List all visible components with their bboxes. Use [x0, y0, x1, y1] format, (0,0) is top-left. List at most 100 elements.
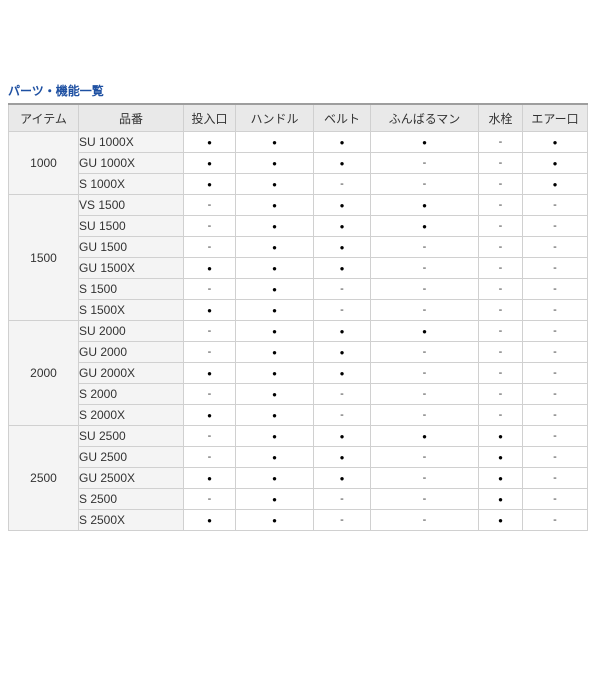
feature-absent-dash: - [479, 300, 523, 321]
feature-present-dot: ● [314, 321, 371, 342]
page-title: パーツ・機能一覧 [8, 84, 600, 98]
feature-absent-dash: - [371, 342, 479, 363]
feature-absent-dash: - [523, 279, 588, 300]
feature-present-dot: ● [236, 216, 314, 237]
table-header: アイテム品番投入口ハンドルベルトふんばるマン水栓エアー口 [9, 104, 588, 132]
model-number-cell: SU 1000X [79, 132, 184, 153]
feature-present-dot: ● [236, 447, 314, 468]
feature-present-dot: ● [236, 237, 314, 258]
feature-absent-dash: - [371, 447, 479, 468]
column-header: アイテム [9, 104, 79, 132]
feature-absent-dash: - [523, 300, 588, 321]
model-number-cell: S 1000X [79, 174, 184, 195]
feature-absent-dash: - [314, 405, 371, 426]
model-number-cell: GU 1000X [79, 153, 184, 174]
model-number-cell: S 2000 [79, 384, 184, 405]
item-group-cell: 1000 [9, 132, 79, 195]
feature-present-dot: ● [479, 510, 523, 531]
feature-absent-dash: - [479, 132, 523, 153]
feature-absent-dash: - [479, 342, 523, 363]
feature-present-dot: ● [314, 153, 371, 174]
model-number-cell: GU 2000X [79, 363, 184, 384]
feature-absent-dash: - [479, 405, 523, 426]
model-number-cell: S 1500 [79, 279, 184, 300]
feature-present-dot: ● [236, 426, 314, 447]
feature-present-dot: ● [184, 405, 236, 426]
column-header: ハンドル [236, 104, 314, 132]
parts-function-table: アイテム品番投入口ハンドルベルトふんばるマン水栓エアー口 1000SU 1000… [8, 103, 588, 531]
feature-absent-dash: - [479, 384, 523, 405]
table-row: S 2000-●---- [9, 384, 588, 405]
model-number-cell: S 2000X [79, 405, 184, 426]
feature-absent-dash: - [523, 468, 588, 489]
feature-present-dot: ● [314, 132, 371, 153]
feature-present-dot: ● [184, 258, 236, 279]
model-number-cell: S 2500X [79, 510, 184, 531]
model-number-cell: VS 1500 [79, 195, 184, 216]
feature-absent-dash: - [523, 321, 588, 342]
feature-present-dot: ● [236, 363, 314, 384]
feature-absent-dash: - [371, 174, 479, 195]
feature-present-dot: ● [184, 468, 236, 489]
feature-absent-dash: - [523, 510, 588, 531]
model-number-cell: S 1500X [79, 300, 184, 321]
feature-absent-dash: - [184, 342, 236, 363]
feature-absent-dash: - [371, 300, 479, 321]
feature-present-dot: ● [523, 132, 588, 153]
feature-absent-dash: - [314, 300, 371, 321]
feature-present-dot: ● [236, 153, 314, 174]
feature-absent-dash: - [371, 384, 479, 405]
table-row: GU 2500X●●●-●- [9, 468, 588, 489]
feature-absent-dash: - [184, 237, 236, 258]
feature-present-dot: ● [371, 195, 479, 216]
feature-absent-dash: - [523, 426, 588, 447]
item-group-cell: 2000 [9, 321, 79, 426]
feature-absent-dash: - [523, 195, 588, 216]
feature-absent-dash: - [523, 447, 588, 468]
table-row: GU 2500-●●-●- [9, 447, 588, 468]
table-row: SU 1500-●●●-- [9, 216, 588, 237]
feature-present-dot: ● [479, 468, 523, 489]
feature-present-dot: ● [184, 132, 236, 153]
model-number-cell: S 2500 [79, 489, 184, 510]
feature-present-dot: ● [314, 258, 371, 279]
feature-absent-dash: - [371, 279, 479, 300]
feature-absent-dash: - [184, 195, 236, 216]
table-row: 2500SU 2500-●●●●- [9, 426, 588, 447]
feature-absent-dash: - [479, 279, 523, 300]
feature-present-dot: ● [479, 447, 523, 468]
table-row: S 2500-●--●- [9, 489, 588, 510]
feature-absent-dash: - [371, 153, 479, 174]
model-number-cell: SU 2500 [79, 426, 184, 447]
feature-absent-dash: - [479, 216, 523, 237]
feature-absent-dash: - [523, 342, 588, 363]
feature-present-dot: ● [314, 468, 371, 489]
feature-absent-dash: - [314, 279, 371, 300]
feature-present-dot: ● [523, 174, 588, 195]
feature-present-dot: ● [184, 174, 236, 195]
table-row: S 1000X●●---● [9, 174, 588, 195]
feature-absent-dash: - [371, 237, 479, 258]
page: パーツ・機能一覧 アイテム品番投入口ハンドルベルトふんばるマン水栓エアー口 10… [0, 84, 600, 531]
column-header: 品番 [79, 104, 184, 132]
feature-absent-dash: - [184, 279, 236, 300]
feature-present-dot: ● [314, 426, 371, 447]
feature-absent-dash: - [371, 468, 479, 489]
table-row: 2000SU 2000-●●●-- [9, 321, 588, 342]
feature-absent-dash: - [314, 489, 371, 510]
table-row: GU 1500X●●●--- [9, 258, 588, 279]
feature-absent-dash: - [523, 363, 588, 384]
feature-absent-dash: - [523, 216, 588, 237]
table-row: GU 1500-●●--- [9, 237, 588, 258]
feature-absent-dash: - [523, 405, 588, 426]
feature-present-dot: ● [523, 153, 588, 174]
feature-present-dot: ● [236, 258, 314, 279]
feature-present-dot: ● [314, 342, 371, 363]
feature-absent-dash: - [314, 174, 371, 195]
feature-absent-dash: - [371, 405, 479, 426]
feature-absent-dash: - [523, 237, 588, 258]
feature-present-dot: ● [236, 468, 314, 489]
table-row: 1000SU 1000X●●●●-● [9, 132, 588, 153]
feature-present-dot: ● [236, 342, 314, 363]
feature-absent-dash: - [184, 426, 236, 447]
